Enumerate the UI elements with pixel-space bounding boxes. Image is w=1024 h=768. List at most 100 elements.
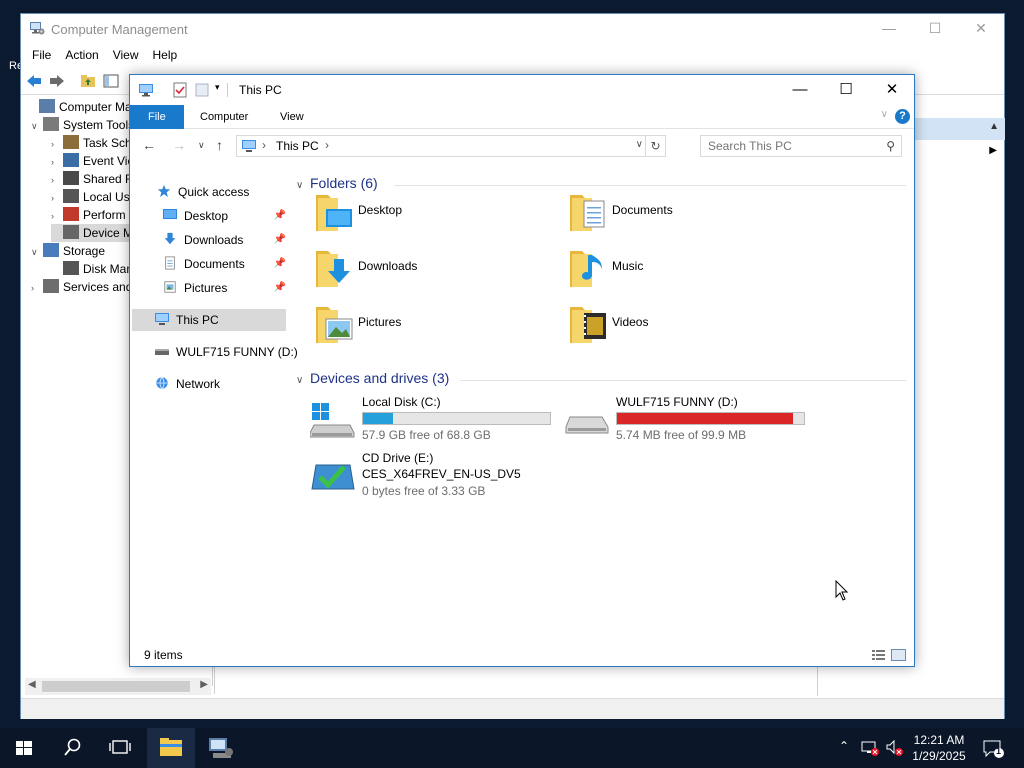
collapsed-chevron-icon[interactable]: › <box>51 135 63 153</box>
explorer-minimize-button[interactable]: — <box>777 75 823 105</box>
collapse-chevron-icon[interactable]: ∨ <box>296 180 310 191</box>
collapsed-chevron-icon[interactable]: › <box>31 279 43 297</box>
search-box[interactable]: ⚲ <box>700 135 902 157</box>
tree-item-label: Local Us <box>83 190 130 204</box>
folder-tile-videos[interactable]: Videos <box>566 301 806 351</box>
help-icon[interactable]: ? <box>895 109 910 124</box>
tree-item[interactable]: › Local Us <box>51 188 130 206</box>
cm-horizontal-scrollbar[interactable]: ◀ ▶ <box>25 678 211 695</box>
scroll-thumb[interactable] <box>42 681 190 692</box>
nav-item-this-pc[interactable]: This PC <box>132 309 286 331</box>
tab-file[interactable]: File <box>130 105 184 129</box>
this-pc-icon[interactable] <box>138 82 154 98</box>
cm-menu-action[interactable]: Action <box>58 45 105 65</box>
drive-cd-e[interactable]: CD Drive (E:) CES_X64FREV_EN-US_DV5 0 by… <box>310 451 560 507</box>
scroll-right-icon[interactable]: ▶ <box>200 679 208 690</box>
folder-tile-documents[interactable]: Documents <box>566 189 806 239</box>
scroll-left-icon[interactable]: ◀ <box>28 679 36 690</box>
address-dropdown-icon[interactable]: ∨ <box>636 139 643 150</box>
collapsed-chevron-icon[interactable]: › <box>51 207 63 225</box>
clock[interactable]: 12:21 AM 1/29/2025 <box>905 732 973 764</box>
expanded-chevron-icon[interactable]: ∨ <box>31 243 43 261</box>
search-input[interactable] <box>701 136 881 156</box>
details-view-icon[interactable] <box>871 649 886 661</box>
folder-tile-desktop[interactable]: Desktop <box>312 189 552 239</box>
forward-icon[interactable]: → <box>172 137 186 153</box>
show-hide-tree-icon[interactable] <box>102 72 120 90</box>
start-windows-icon[interactable] <box>0 728 48 768</box>
tree-item[interactable]: › Shared F <box>51 170 132 188</box>
tree-item[interactable]: ∨ Storage <box>31 242 105 260</box>
pin-icon[interactable]: 📌 <box>274 253 286 275</box>
cm-maximize-button[interactable]: ☐ <box>912 14 958 44</box>
tree-item[interactable]: Disk Man <box>51 260 133 278</box>
up-folder-icon[interactable] <box>79 72 97 90</box>
customize-toolbar-icon[interactable]: ▾ <box>215 82 220 93</box>
large-icons-view-icon[interactable] <box>891 649 906 661</box>
collapse-up-icon[interactable]: ▲ <box>989 121 999 132</box>
action-center-icon[interactable] <box>982 738 1006 760</box>
tree-item[interactable]: Device M <box>51 224 134 242</box>
tree-item[interactable]: ∨ System Tools <box>31 116 134 134</box>
collapse-chevron-icon[interactable]: ∨ <box>296 375 310 386</box>
network-disconnected-icon[interactable] <box>860 738 880 758</box>
cm-close-button[interactable]: ✕ <box>958 14 1004 44</box>
nav-item-network[interactable]: Network <box>154 373 220 395</box>
nav-item-label: Documents <box>184 257 245 271</box>
expand-ribbon-icon[interactable]: ∨ <box>881 109 888 120</box>
computer-management-taskbar-icon[interactable] <box>196 728 244 768</box>
tree-item[interactable]: › Event Vie <box>51 152 134 170</box>
collapsed-chevron-icon[interactable]: › <box>51 153 63 171</box>
folder-tile-downloads[interactable]: Downloads <box>312 245 552 295</box>
address-separator-icon[interactable]: › <box>325 138 329 152</box>
pin-icon[interactable]: 📌 <box>274 277 286 299</box>
nav-item-usb-drive[interactable]: WULF715 FUNNY (D:) <box>154 341 298 363</box>
address-bar[interactable]: › This PC › ∨ ↻ <box>236 135 666 157</box>
pin-icon[interactable]: 📌 <box>274 205 286 227</box>
nav-item-pictures[interactable]: Pictures 📌 <box>162 277 286 299</box>
refresh-icon[interactable]: ↻ <box>645 136 665 156</box>
folder-tile-music[interactable]: Music <box>566 245 806 295</box>
tab-computer[interactable]: Computer <box>186 105 262 129</box>
recent-locations-icon[interactable]: ∨ <box>198 140 205 151</box>
explorer-maximize-button[interactable]: ☐ <box>823 75 869 105</box>
task-view-icon[interactable] <box>96 728 144 768</box>
back-icon[interactable]: ← <box>142 137 156 153</box>
search-icon[interactable]: ⚲ <box>886 139 895 153</box>
nav-item-downloads[interactable]: Downloads 📌 <box>162 229 286 251</box>
expanded-chevron-icon[interactable]: ∨ <box>31 117 43 135</box>
cm-title-bar[interactable]: Computer Management — ☐ ✕ <box>21 14 1004 44</box>
collapsed-chevron-icon[interactable]: › <box>51 171 63 189</box>
tree-item[interactable]: › Services and <box>31 278 132 296</box>
tree-item[interactable]: › Task Sch <box>51 134 132 152</box>
folder-tile-pictures[interactable]: Pictures <box>312 301 552 351</box>
forward-arrow-icon[interactable] <box>48 72 66 90</box>
drive-usb-d[interactable]: WULF715 FUNNY (D:) 5.74 MB free of 99.9 … <box>564 395 814 447</box>
show-hidden-icons-icon[interactable]: ⌃ <box>839 739 849 768</box>
new-folder-icon[interactable] <box>194 82 210 98</box>
volume-muted-icon[interactable] <box>884 738 904 758</box>
cm-minimize-button[interactable]: — <box>866 14 912 44</box>
file-explorer-taskbar-icon[interactable] <box>147 728 195 768</box>
search-icon[interactable] <box>48 728 96 768</box>
tab-view[interactable]: View <box>266 105 318 129</box>
drives-group-header[interactable]: ∨ Devices and drives (3) <box>296 370 449 386</box>
nav-item-documents[interactable]: Documents 📌 <box>162 253 286 275</box>
explorer-close-button[interactable]: ✕ <box>869 75 915 105</box>
up-icon[interactable]: ↑ <box>216 137 223 153</box>
collapsed-chevron-icon[interactable]: › <box>51 189 63 207</box>
drive-local-disk-c[interactable]: Local Disk (C:) 57.9 GB free of 68.8 GB <box>310 395 560 447</box>
cm-menu-view[interactable]: View <box>106 45 146 65</box>
breadcrumb-this-pc[interactable]: This PC <box>276 139 319 153</box>
back-arrow-icon[interactable] <box>25 72 43 90</box>
explorer-title-bar[interactable]: ▾ This PC — ☐ ✕ <box>130 75 914 105</box>
address-separator-icon[interactable]: › <box>262 138 266 152</box>
pin-icon[interactable]: 📌 <box>274 229 286 251</box>
cm-menu-file[interactable]: File <box>21 45 58 65</box>
nav-quick-access[interactable]: Quick access <box>156 181 249 203</box>
tree-item[interactable]: › Perform <box>51 206 126 224</box>
properties-check-icon[interactable] <box>172 82 188 98</box>
nav-item-desktop[interactable]: Desktop 📌 <box>162 205 286 227</box>
more-actions-arrow-icon[interactable]: ▶ <box>989 145 997 156</box>
cm-menu-help[interactable]: Help <box>146 45 185 65</box>
